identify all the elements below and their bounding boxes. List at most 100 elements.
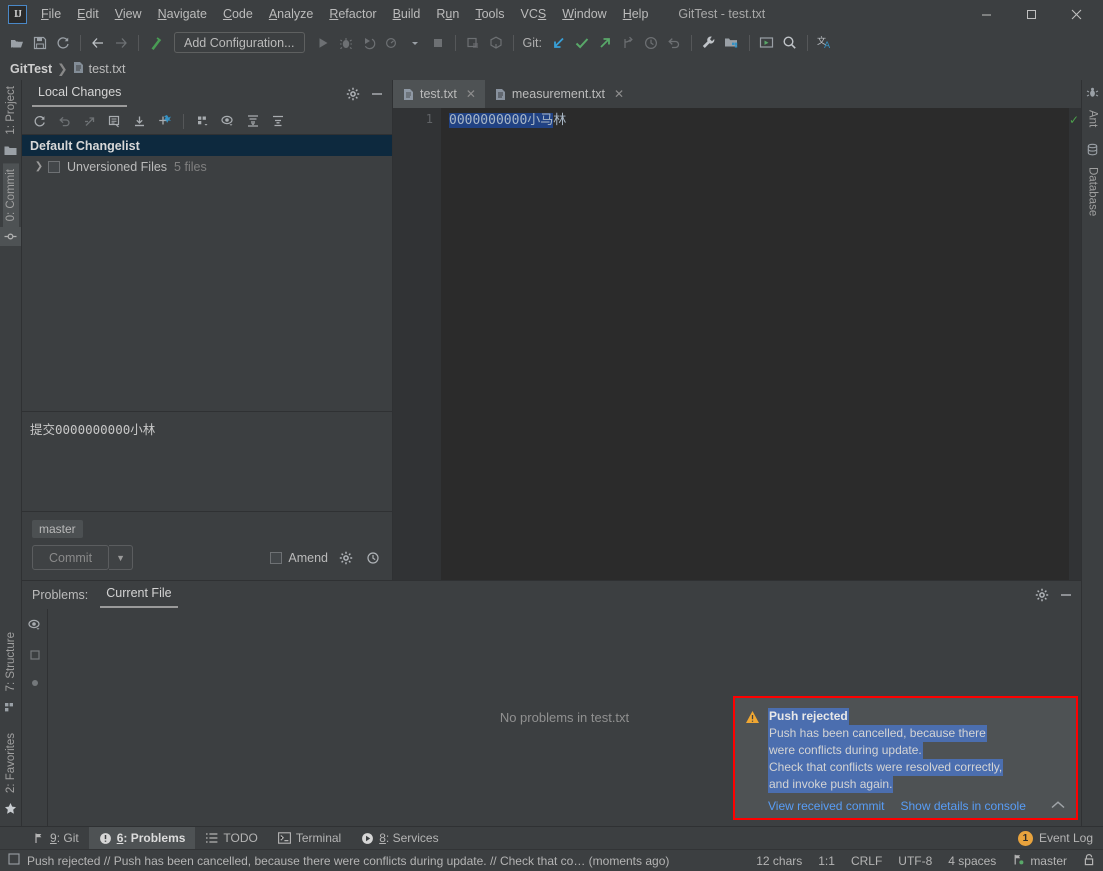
- minimize-button[interactable]: [964, 0, 1009, 28]
- debug-icon[interactable]: [335, 32, 357, 54]
- gear-icon[interactable]: [337, 549, 355, 567]
- editor-tab-test-txt[interactable]: test.txt ✕: [393, 80, 485, 108]
- menu-help[interactable]: Help: [615, 4, 657, 24]
- gear-icon[interactable]: [344, 85, 362, 103]
- bottom-tab-git[interactable]: 9: Git: [22, 827, 89, 850]
- menu-vcs[interactable]: VCS: [513, 4, 555, 24]
- maximize-button[interactable]: [1009, 0, 1054, 28]
- amend-checkbox-row[interactable]: Amend: [270, 551, 328, 565]
- bottom-tab-services[interactable]: 8: Services: [351, 827, 448, 850]
- menu-file[interactable]: File: [33, 4, 69, 24]
- menu-view[interactable]: View: [107, 4, 150, 24]
- project-icon[interactable]: [4, 141, 17, 163]
- commit-message-input[interactable]: 提交0000000000小林: [22, 412, 392, 512]
- close-icon[interactable]: ✕: [466, 87, 476, 101]
- group-by-icon[interactable]: [192, 111, 214, 132]
- sidebar-item-ant[interactable]: Ant: [1085, 104, 1101, 133]
- search-everywhere-icon[interactable]: [779, 32, 801, 54]
- sidebar-item-database[interactable]: Database: [1085, 161, 1101, 222]
- view-received-commit-link[interactable]: View received commit: [768, 799, 884, 813]
- status-indent[interactable]: 4 spaces: [948, 854, 996, 868]
- unshelve-icon[interactable]: [128, 111, 150, 132]
- sidebar-item-favorites[interactable]: 2: Favorites: [3, 727, 19, 799]
- gear-icon[interactable]: [1033, 586, 1051, 604]
- menu-navigate[interactable]: Navigate: [150, 4, 215, 24]
- preview-diff-icon[interactable]: [217, 111, 239, 132]
- history-clock-icon[interactable]: [640, 32, 662, 54]
- menu-build[interactable]: Build: [385, 4, 429, 24]
- code-line-1[interactable]: 0000000000小马林: [449, 112, 1069, 129]
- hide-icon[interactable]: [1057, 586, 1075, 604]
- database-icon[interactable]: [1086, 133, 1099, 161]
- expand-all-icon[interactable]: [242, 111, 264, 132]
- highlight-icon[interactable]: [29, 677, 41, 692]
- refresh-icon[interactable]: [28, 111, 50, 132]
- menu-code[interactable]: Code: [215, 4, 261, 24]
- status-caret-position[interactable]: 1:1: [818, 854, 835, 868]
- run-coverage-icon[interactable]: [358, 32, 380, 54]
- stop-icon[interactable]: [427, 32, 449, 54]
- bottom-tab-todo[interactable]: TODO: [195, 827, 267, 850]
- event-log-button[interactable]: 1 Event Log: [1017, 830, 1103, 846]
- close-icon[interactable]: ✕: [614, 87, 624, 101]
- translate-icon[interactable]: 文A: [814, 32, 836, 54]
- status-message[interactable]: Push rejected // Push has been cancelled…: [27, 854, 669, 868]
- chevron-right-icon[interactable]: ❯: [30, 161, 48, 172]
- back-arrow-icon[interactable]: [87, 32, 109, 54]
- editor-tab-measurement-txt[interactable]: measurement.txt ✕: [485, 80, 633, 108]
- rollback-icon[interactable]: [663, 32, 685, 54]
- tab-local-changes[interactable]: Local Changes: [32, 81, 128, 107]
- show-details-in-console-link[interactable]: Show details in console: [900, 799, 1025, 813]
- commit-icon[interactable]: [0, 226, 21, 246]
- menu-run[interactable]: Run: [428, 4, 467, 24]
- close-button[interactable]: [1054, 0, 1099, 28]
- bottom-tab-problems[interactable]: 6: Problems: [88, 826, 196, 850]
- run-icon[interactable]: [312, 32, 334, 54]
- breadcrumb-project[interactable]: GitTest: [10, 62, 52, 76]
- status-line-separator[interactable]: CRLF: [851, 854, 882, 868]
- git-commit-check-icon[interactable]: [571, 32, 593, 54]
- sync-icon[interactable]: [52, 32, 74, 54]
- structure-icon[interactable]: [4, 698, 17, 727]
- tab-current-file[interactable]: Current File: [100, 582, 178, 608]
- menu-tools[interactable]: Tools: [467, 4, 512, 24]
- lock-icon[interactable]: [1083, 853, 1095, 869]
- sidebar-item-commit[interactable]: 0: Commit: [2, 162, 19, 227]
- bottom-tab-terminal[interactable]: Terminal: [268, 827, 351, 850]
- edit-changelist-icon[interactable]: [103, 111, 125, 132]
- rollback-icon[interactable]: [53, 111, 75, 132]
- preview-eye-icon[interactable]: [27, 617, 43, 636]
- chevron-down-icon[interactable]: [404, 32, 426, 54]
- settings-wrench-icon[interactable]: [698, 32, 720, 54]
- editor-code[interactable]: 0000000000小马林: [441, 108, 1069, 580]
- unversioned-checkbox[interactable]: [48, 160, 60, 173]
- shelve-icon[interactable]: [78, 111, 100, 132]
- project-structure-icon[interactable]: [721, 32, 743, 54]
- hide-icon[interactable]: [368, 85, 386, 103]
- build-hammer-icon[interactable]: [145, 32, 167, 54]
- status-encoding[interactable]: UTF-8: [898, 854, 932, 868]
- move-to-changelist-icon[interactable]: [153, 111, 175, 132]
- commit-dropdown-button[interactable]: ▼: [109, 545, 134, 570]
- editor-inspection-gutter[interactable]: ✓: [1069, 108, 1081, 580]
- sidebar-item-project[interactable]: 1: Project: [3, 80, 19, 141]
- status-branch[interactable]: master: [1012, 853, 1067, 869]
- collapse-all-icon[interactable]: [267, 111, 289, 132]
- menu-analyze[interactable]: Analyze: [261, 4, 321, 24]
- breadcrumb-file[interactable]: test.txt: [89, 62, 126, 76]
- git-push-icon[interactable]: [594, 32, 616, 54]
- run-anything-icon[interactable]: [756, 32, 778, 54]
- amend-checkbox[interactable]: [270, 551, 283, 564]
- menu-refactor[interactable]: Refactor: [321, 4, 384, 24]
- editor-viewport[interactable]: 1 0000000000小马林 ✓: [393, 108, 1081, 580]
- open-folder-icon[interactable]: [6, 32, 28, 54]
- sidebar-item-structure[interactable]: 7: Structure: [3, 626, 19, 697]
- git-branch-icon[interactable]: [617, 32, 639, 54]
- git-update-icon[interactable]: [548, 32, 570, 54]
- commit-button[interactable]: Commit: [32, 545, 110, 570]
- status-message-area[interactable]: Push rejected // Push has been cancelled…: [8, 853, 669, 868]
- ant-icon[interactable]: [1086, 80, 1099, 104]
- changelist-unversioned[interactable]: ❯ Unversioned Files 5 files: [22, 156, 392, 177]
- forward-arrow-icon[interactable]: [110, 32, 132, 54]
- star-icon[interactable]: [4, 799, 17, 826]
